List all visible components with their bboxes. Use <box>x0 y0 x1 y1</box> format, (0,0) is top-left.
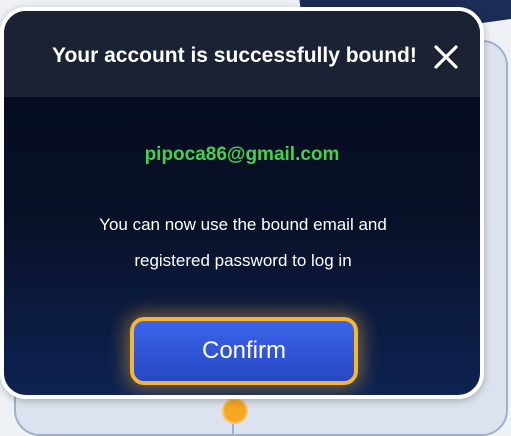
close-button[interactable] <box>430 41 462 73</box>
success-dialog: Your account is successfully bound! pipo… <box>0 7 484 399</box>
bound-email: pipoca86@gmail.com <box>144 144 340 165</box>
message-line-2: registered password to log in <box>134 251 352 270</box>
confirm-button[interactable]: Confirm <box>130 317 358 385</box>
message-line-1: You can now use the bound email and <box>99 215 387 234</box>
background-dot <box>222 398 248 424</box>
success-message: You can now use the bound email and regi… <box>34 207 452 279</box>
dialog-header: Your account is successfully bound! <box>4 11 480 97</box>
dialog-title: Your account is successfully bound! <box>52 44 417 67</box>
close-icon <box>434 45 458 69</box>
